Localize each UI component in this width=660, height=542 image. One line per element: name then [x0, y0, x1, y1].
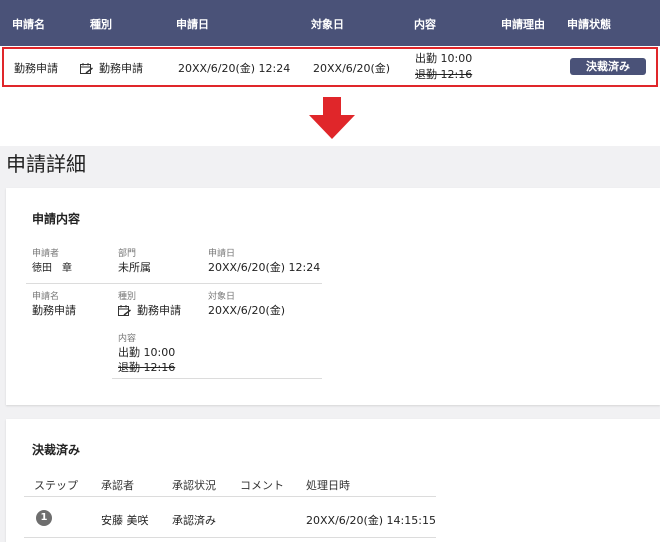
column-header-applied-date: 申請日 [176, 18, 209, 31]
applied-date-label: 申請日 [208, 249, 236, 259]
status-badge: 決裁済み [570, 58, 646, 75]
column-header-name: 申請名 [12, 18, 45, 31]
column-comment: コメント [240, 479, 284, 492]
application-list-row[interactable]: 勤務申請 勤務申請 20XX/6/20(金) 12:24 20XX/6/20(金… [2, 47, 658, 87]
application-content-card: 申請内容 申請者 徳田 章 部門 未所属 申請日 20XX/6/20(金) 12… [6, 188, 660, 405]
approval-card-title: 決裁済み [32, 443, 81, 457]
applicant-label: 申請者 [32, 249, 60, 259]
column-header-reason: 申請理由 [501, 18, 545, 31]
type-value-group: 勤務申請 [118, 302, 181, 318]
row-target-date: 20XX/6/20(金) [313, 62, 391, 75]
content-clock-in: 出勤 10:00 [118, 346, 176, 359]
calendar-edit-icon [118, 305, 131, 316]
row-application-name: 勤務申請 [14, 62, 58, 75]
row-content-clock-out: 退勤 12:16 [415, 68, 473, 81]
calendar-edit-icon [80, 63, 93, 74]
row-approval-status: 承認済み [172, 514, 216, 527]
column-header-target-date: 対象日 [311, 18, 344, 31]
column-header-content: 内容 [414, 18, 436, 31]
content-clock-out: 退勤 12:16 [118, 361, 176, 374]
target-date-value: 20XX/6/20(金) [208, 304, 286, 317]
field-divider [112, 378, 322, 379]
page-title: 申請詳細 [6, 152, 86, 176]
department-label: 部門 [118, 249, 137, 259]
target-date-label: 対象日 [208, 292, 236, 302]
applied-date-value: 20XX/6/20(金) 12:24 [208, 261, 321, 274]
type-label: 種別 [118, 292, 137, 302]
table-header-divider [24, 496, 436, 497]
application-list-header: 申請名 種別 申請日 対象日 内容 申請理由 申請状態 [0, 0, 660, 46]
type-value: 勤務申請 [137, 304, 181, 317]
content-label: 内容 [118, 334, 137, 344]
step-number-icon: 1 [36, 510, 52, 526]
applicant-value: 徳田 章 [32, 263, 72, 274]
table-row-divider [24, 537, 436, 538]
column-header-type: 種別 [90, 18, 112, 31]
row-application-type-label: 勤務申請 [99, 62, 143, 75]
content-card-title: 申請内容 [32, 212, 81, 226]
row-content-clock-in: 出勤 10:00 [415, 52, 473, 65]
application-name-label: 申請名 [32, 292, 60, 302]
application-name-value: 勤務申請 [32, 304, 76, 317]
approval-card: 決裁済み ステップ 承認者 承認状況 コメント 処理日時 1 安藤 美咲 承認済… [6, 419, 660, 542]
column-approver: 承認者 [101, 479, 134, 492]
row-approver: 安藤 美咲 [101, 514, 149, 527]
column-approval-status: 承認状況 [172, 479, 216, 492]
row-application-type: 勤務申請 [80, 60, 143, 76]
column-header-status: 申請状態 [567, 18, 611, 31]
column-processed-at: 処理日時 [306, 479, 350, 492]
row-processed-at: 20XX/6/20(金) 14:15:15 [306, 514, 436, 527]
column-step: ステップ [34, 479, 78, 492]
field-divider [26, 283, 322, 284]
arrow-down-icon [309, 97, 355, 139]
row-applied-date: 20XX/6/20(金) 12:24 [178, 62, 291, 75]
department-value: 未所属 [118, 261, 151, 274]
